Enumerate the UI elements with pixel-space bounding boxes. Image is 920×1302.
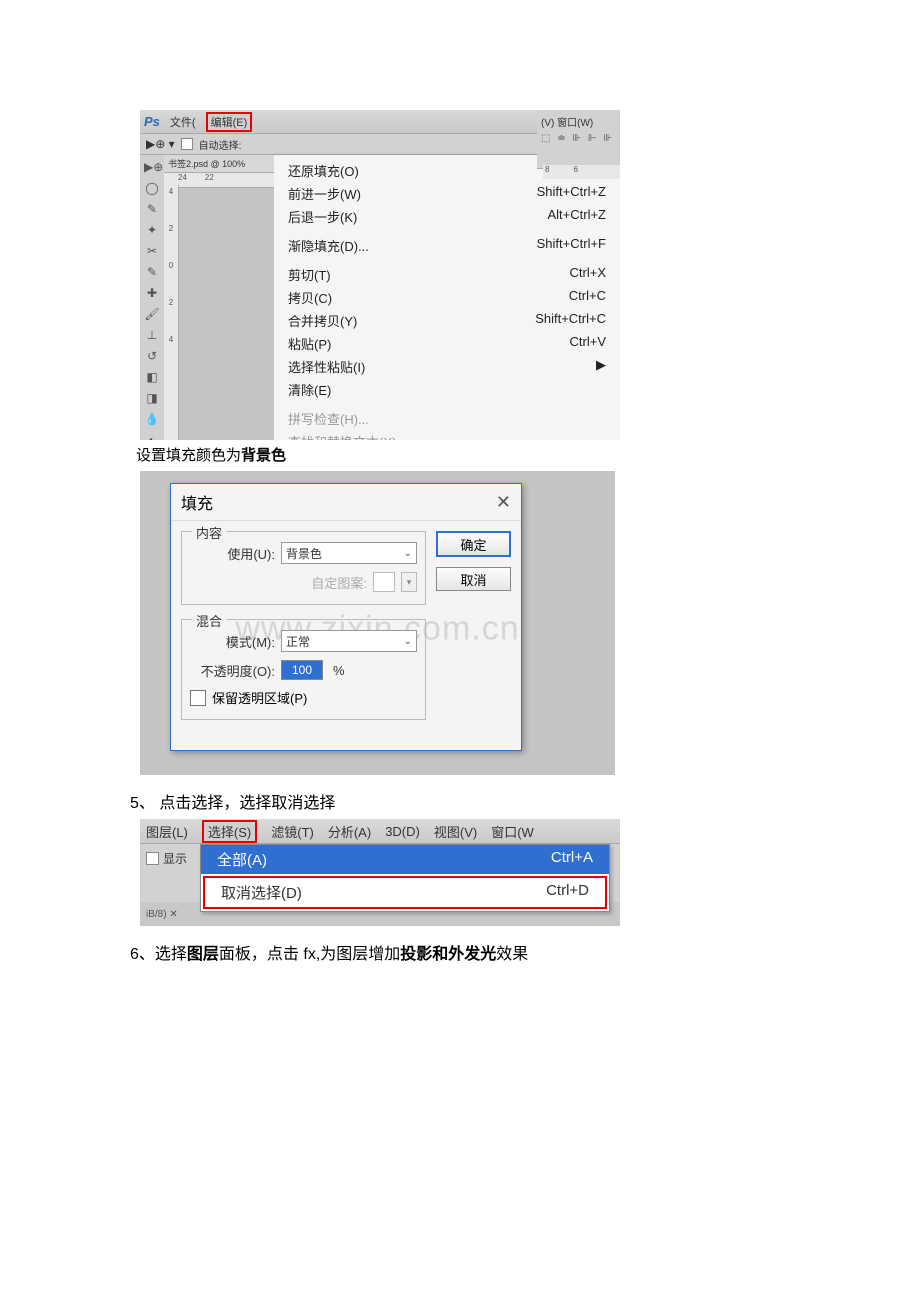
use-dropdown[interactable]: 背景色 ⌄ [281,542,417,564]
fill-dialog-screenshot: www.zixin.com.cn 填充 ✕ 内容 使用(U): 背景色 ⌄ [140,471,615,775]
menu-item-fade[interactable]: 渐隐填充(D)...Shift+Ctrl+F [274,234,620,257]
ruler-vertical: 4 2 0 2 4 [164,185,179,440]
dialog-titlebar: 填充 ✕ [171,484,521,521]
mode-value: 正常 [286,633,310,650]
move-tool-icon: ▶⊕ ▾ [146,137,175,151]
ruler-tick: 8 [545,165,549,179]
caption-fill-bgcolor: 设置填充颜色为背景色 [136,444,790,465]
show-checkbox-row: 显示 [146,850,187,867]
content-legend: 内容 [192,523,226,542]
menu-edit[interactable]: 编辑(E) [206,112,253,132]
ps-logo: Ps [144,114,160,129]
show-checkbox[interactable] [146,852,159,865]
menu-analysis[interactable]: 分析(A) [328,822,371,841]
menu-filter[interactable]: 滤镜(T) [271,822,314,841]
ruler-tick: 2 [169,224,173,233]
move-tool-icon[interactable]: ▶⊕ [144,159,160,175]
chevron-down-icon: ⌄ [404,636,412,647]
menu-item-spellcheck: 拼写检查(H)... [274,407,620,430]
menu-item-copy-merged[interactable]: 合并拷贝(Y)Shift+Ctrl+C [274,309,620,332]
select-menu-screenshot: 图层(L) 选择(S) 滤镜(T) 分析(A) 3D(D) 视图(V) 窗口(W… [140,819,620,926]
document-tab[interactable]: 书签2.psd @ 100% [164,155,274,173]
menu-item-paste-special[interactable]: 选择性粘贴(I)▶ [274,355,620,378]
opacity-label: 不透明度(O): [190,661,275,680]
menubar-right: (V) 窗口(W) ⬚ ≐ ⊪ ⊩ ⊪ [537,110,620,169]
menu-layer[interactable]: 图层(L) [146,822,188,841]
menu-item-cut[interactable]: 剪切(T)Ctrl+X [274,263,620,286]
menu-item-select-all[interactable]: 全部(A)Ctrl+A [201,845,609,874]
eraser-tool-icon[interactable]: ◧ [144,369,160,385]
edit-menu-dropdown: 还原填充(O)Ctrl+Z 前进一步(W)Shift+Ctrl+Z 后退一步(K… [274,155,620,440]
close-icon[interactable]: ✕ [496,492,511,513]
brush-tool-icon[interactable]: 🖌 [144,306,160,322]
fill-dialog: 填充 ✕ 内容 使用(U): 背景色 ⌄ [170,483,522,751]
ruler-tick: 4 [169,335,173,344]
ruler-horizontal: 24 22 [164,173,274,188]
dodge-tool-icon[interactable]: ◐ [144,432,160,440]
dialog-title: 填充 [181,490,213,514]
ss3-menubar: 图层(L) 选择(S) 滤镜(T) 分析(A) 3D(D) 视图(V) 窗口(W [140,819,620,844]
eyedropper-tool-icon[interactable]: ✎ [144,264,160,280]
photoshop-edit-menu-screenshot: Ps 文件( 编辑(E) ▶⊕ ▾ 自动选择: (V) 窗口(W) ⬚ ≐ ⊪ … [140,110,620,440]
ps-toolbar: ▶⊕ ◯ ✎ ✦ ✂ ✎ ✚ 🖌 ⊥ ↺ ◧ ◨ 💧 ◐ [140,155,164,440]
marquee-tool-icon[interactable]: ◯ [144,180,160,196]
lasso-tool-icon[interactable]: ✎ [144,201,160,217]
preserve-transparency-label: 保留透明区域(P) [212,688,307,707]
ruler-tick: 0 [169,261,173,270]
menu-item-clear[interactable]: 清除(E) [274,378,620,401]
menu-file[interactable]: 文件( [170,114,196,130]
wand-tool-icon[interactable]: ✦ [144,222,160,238]
use-value: 背景色 [286,545,322,562]
stamp-tool-icon[interactable]: ⊥ [144,327,160,343]
step-6-text: 6、选择图层面板，点击 fx,为图层增加投影和外发光效果 [130,940,790,964]
blend-legend: 混合 [192,611,226,630]
ruler-tick: 22 [205,173,214,187]
ok-button[interactable]: 确定 [436,531,511,557]
crop-tool-icon[interactable]: ✂ [144,243,160,259]
pattern-label: 自定图案: [311,573,367,592]
mode-label: 模式(M): [190,632,275,651]
menubar-right-row1: (V) 窗口(W) [541,114,616,129]
ruler-tick: 6 [573,165,577,179]
opacity-input[interactable]: 100 [281,660,323,680]
ruler-right: 8 6 [543,165,620,179]
menu-item-find-replace: 查找和替换文本(X)... [274,430,620,440]
menu-item-step-forward[interactable]: 前进一步(W)Shift+Ctrl+Z [274,182,620,205]
blur-tool-icon[interactable]: 💧 [144,411,160,427]
menu-view[interactable]: 视图(V) [434,822,477,841]
cancel-button[interactable]: 取消 [436,567,511,591]
history-brush-icon[interactable]: ↺ [144,348,160,364]
menu-item-copy[interactable]: 拷贝(C)Ctrl+C [274,286,620,309]
ruler-tick: 2 [169,298,173,307]
autoselect-label: 自动选择: [199,137,242,152]
pattern-dropdown-icon: ▾ [401,572,417,592]
show-label: 显示 [163,850,187,867]
preserve-transparency-checkbox[interactable] [190,690,206,706]
menu-item-step-backward[interactable]: 后退一步(K)Alt+Ctrl+Z [274,205,620,228]
menu-select[interactable]: 选择(S) [202,820,257,843]
heal-tool-icon[interactable]: ✚ [144,285,160,301]
autoselect-checkbox[interactable] [181,138,193,150]
mode-dropdown[interactable]: 正常 ⌄ [281,630,417,652]
ruler-tick: 4 [169,187,173,196]
menu-window[interactable]: 窗口(W [491,822,534,841]
menu-item-paste[interactable]: 粘贴(P)Ctrl+V [274,332,620,355]
content-group: 内容 使用(U): 背景色 ⌄ 自定图案: ▾ [181,531,426,605]
use-label: 使用(U): [190,544,275,563]
pattern-swatch [373,572,395,592]
menu-3d[interactable]: 3D(D) [385,824,420,839]
menu-item-deselect[interactable]: 取消选择(D)Ctrl+D [203,876,607,909]
menubar-right-row2: ⬚ ≐ ⊪ ⊩ ⊪ [541,133,616,144]
canvas-area: 书签2.psd @ 100% 24 22 4 2 0 2 4 [164,155,274,440]
step-5-text: 5、 点击选择，选择取消选择 [130,789,790,813]
select-menu-dropdown: 全部(A)Ctrl+A 取消选择(D)Ctrl+D [200,844,610,912]
gradient-tool-icon[interactable]: ◨ [144,390,160,406]
chevron-down-icon: ⌄ [404,548,412,559]
ruler-tick: 24 [178,173,187,187]
blend-group: 混合 模式(M): 正常 ⌄ 不透明度(O): 100 % [181,619,426,720]
percent-label: % [333,663,345,678]
